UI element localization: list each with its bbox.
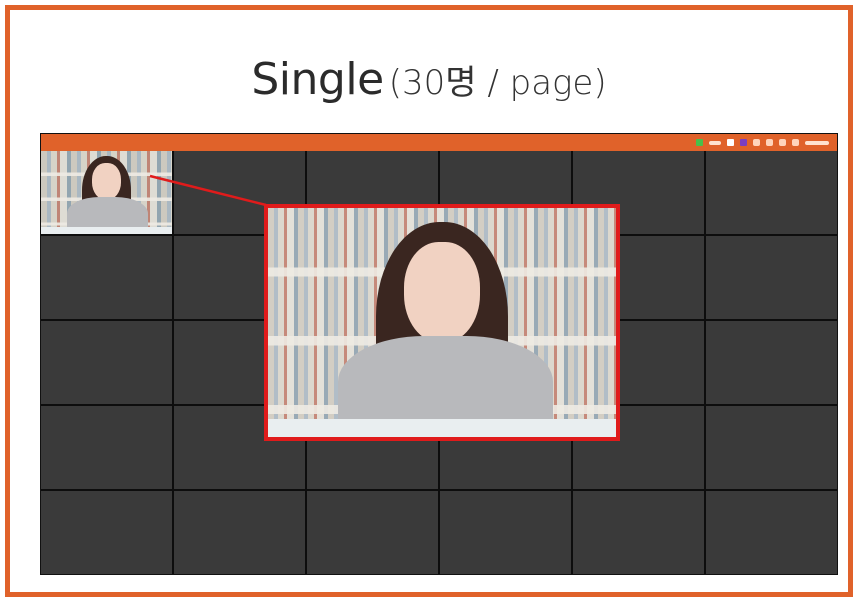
title-subtitle: (30명 / page) xyxy=(388,63,607,103)
participant-tile[interactable] xyxy=(41,406,172,489)
participant-tile[interactable] xyxy=(706,406,837,489)
white-square-icon[interactable] xyxy=(727,139,734,146)
mic-icon[interactable] xyxy=(753,139,760,146)
participant-tile[interactable] xyxy=(706,151,837,234)
menu-icon[interactable] xyxy=(792,139,799,146)
time-icon xyxy=(805,140,829,145)
participant-tile[interactable] xyxy=(41,151,172,234)
purple-square-icon[interactable] xyxy=(740,139,747,146)
participant-tile[interactable] xyxy=(41,321,172,404)
participant-tile[interactable] xyxy=(440,491,571,574)
title-main: Single xyxy=(251,54,384,105)
share-icon[interactable] xyxy=(779,139,786,146)
participant-photo xyxy=(41,151,172,234)
participant-tile[interactable] xyxy=(41,491,172,574)
camera-icon[interactable] xyxy=(766,139,773,146)
participant-tile[interactable] xyxy=(174,491,305,574)
participant-tile[interactable] xyxy=(706,321,837,404)
participant-tile[interactable] xyxy=(307,491,438,574)
status-green-icon[interactable] xyxy=(696,139,703,146)
slide-title: Single (30명 / page) xyxy=(10,54,848,105)
toolbar-icons xyxy=(696,137,829,148)
participant-tile[interactable] xyxy=(706,236,837,319)
enlarged-participant-photo xyxy=(268,208,616,437)
participant-tile[interactable] xyxy=(706,491,837,574)
participant-tile[interactable] xyxy=(573,491,704,574)
top-toolbar xyxy=(41,134,837,151)
enlarged-video-popup[interactable] xyxy=(264,204,620,441)
participant-tile[interactable] xyxy=(41,236,172,319)
label-icon xyxy=(709,140,721,145)
